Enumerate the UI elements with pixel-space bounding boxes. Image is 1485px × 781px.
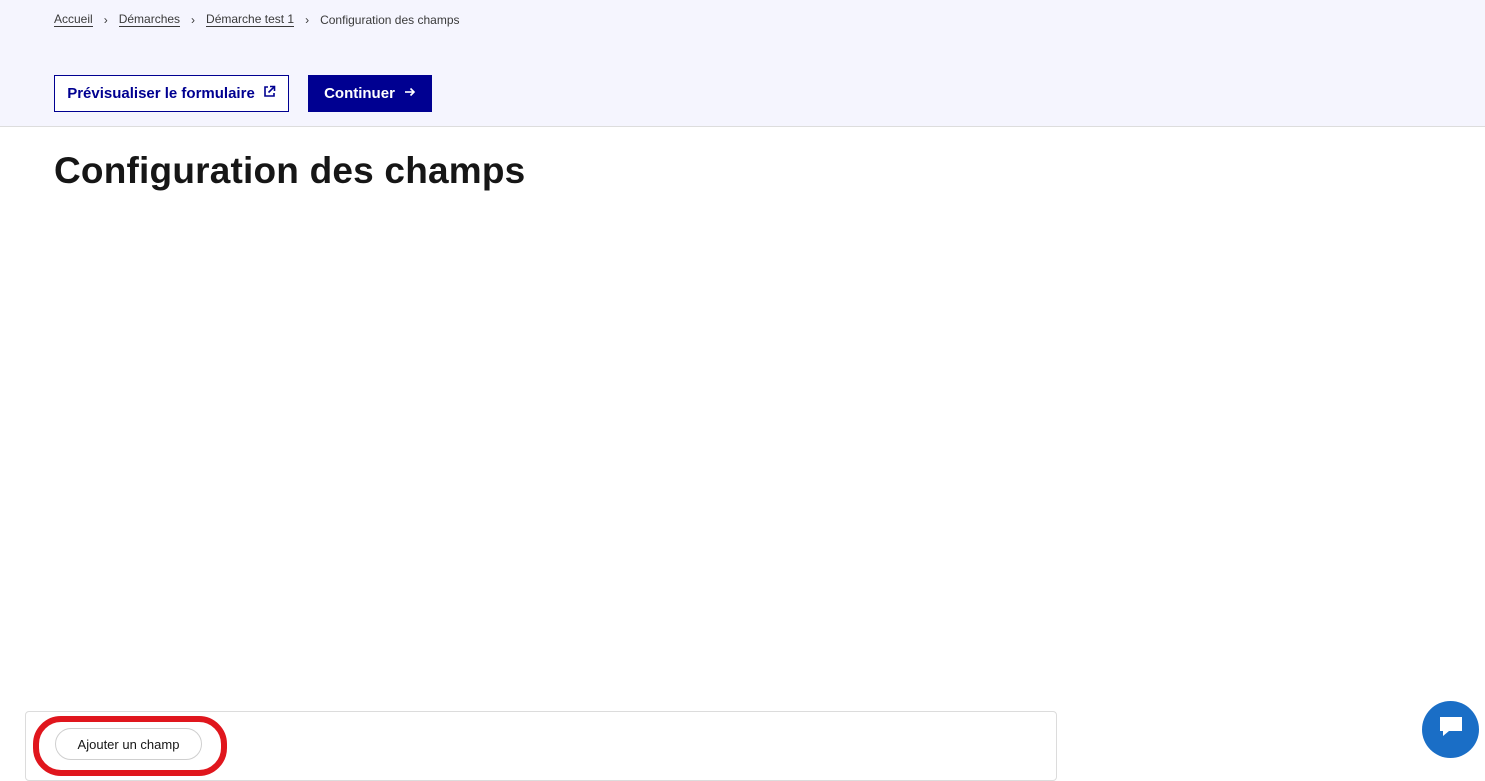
chevron-right-icon: › [191, 12, 196, 27]
chat-icon [1437, 714, 1465, 745]
breadcrumb-link-demarches[interactable]: Démarches [118, 12, 181, 27]
page-title: Configuration des champs [54, 150, 526, 191]
breadcrumb-link-demarche-test[interactable]: Démarche test 1 [206, 12, 295, 27]
add-field-button[interactable]: Ajouter un champ [55, 728, 202, 760]
breadcrumb-link-accueil[interactable]: Accueil [54, 12, 93, 27]
external-link-icon [263, 85, 276, 102]
continue-button[interactable]: Continuer [308, 75, 432, 112]
arrow-right-icon [404, 85, 416, 102]
chevron-right-icon: › [305, 12, 310, 27]
breadcrumb: Accueil › Démarches › Démarche test 1 › … [54, 12, 460, 27]
continue-label: Continuer [324, 85, 395, 102]
chat-button[interactable] [1422, 701, 1479, 758]
preview-form-label: Prévisualiser le formulaire [67, 85, 255, 102]
preview-form-button[interactable]: Prévisualiser le formulaire [54, 75, 289, 112]
breadcrumb-current: Configuration des champs [320, 12, 460, 27]
chevron-right-icon: › [103, 12, 108, 27]
